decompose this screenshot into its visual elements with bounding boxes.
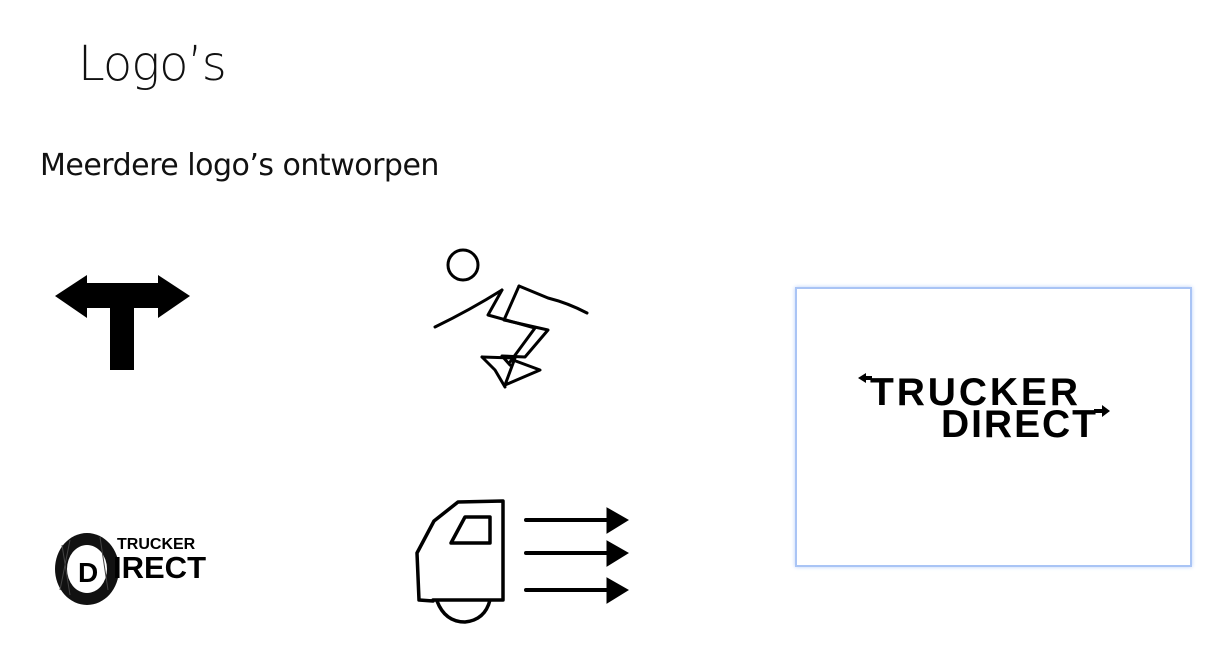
t-junction-arrows-logo[interactable] xyxy=(55,275,190,370)
truck-cab-arrows-logo[interactable] xyxy=(415,499,629,624)
tire-trucker-direct-logo[interactable]: D TRUCKER IRECT xyxy=(55,533,206,605)
running-figure-logo[interactable] xyxy=(433,248,589,389)
tire-logo-line2: IRECT xyxy=(113,550,206,585)
tire-logo-initial: D xyxy=(78,557,98,588)
trucker-direct-arrows-logo: TRUCKER DIRECT xyxy=(858,371,1110,446)
logo-canvas: D TRUCKER IRECT TRUCKER DIRECT xyxy=(55,248,1110,624)
selected-logo-line2: DIRECT xyxy=(941,403,1096,446)
